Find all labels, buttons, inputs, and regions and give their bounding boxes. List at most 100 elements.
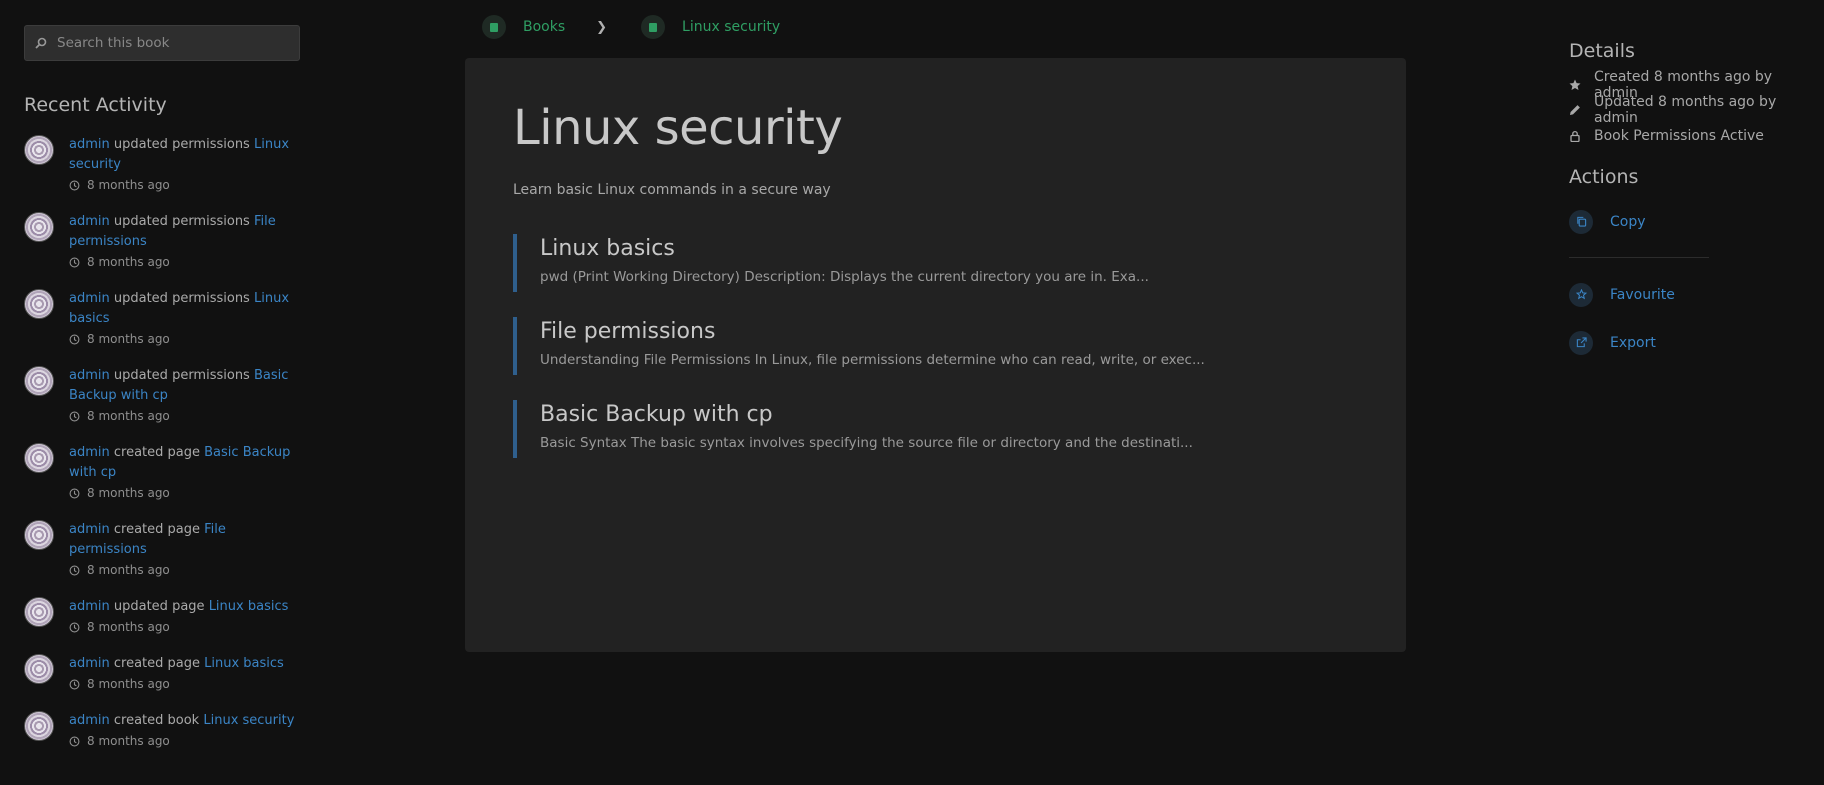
book-icon bbox=[641, 15, 666, 39]
page-entry-basic-backup[interactable]: Basic Backup with cp Basic Syntax The ba… bbox=[513, 400, 1353, 458]
activity-user-link[interactable]: admin bbox=[69, 656, 110, 671]
activity-item: admin updated permissions Linux security… bbox=[24, 135, 300, 195]
page-entry-title[interactable]: Basic Backup with cp bbox=[540, 400, 1353, 428]
lock-icon bbox=[1570, 130, 1580, 142]
book-description: Learn basic Linux commands in a secure w… bbox=[513, 182, 831, 198]
detail-updated-text: Updated 8 months ago by admin bbox=[1594, 94, 1777, 127]
activity-item: admin updated permissions File permissio… bbox=[24, 212, 300, 272]
star-icon bbox=[1569, 79, 1581, 90]
avatar bbox=[24, 711, 54, 741]
details-title: Details bbox=[1569, 40, 1635, 62]
copy-button[interactable]: Copy bbox=[1569, 209, 1809, 234]
clock-icon bbox=[69, 565, 80, 575]
page-entry-file-permissions[interactable]: File permissions Understanding File Perm… bbox=[513, 317, 1353, 375]
favourite-button[interactable]: Favourite bbox=[1569, 282, 1809, 307]
activity-action: created page bbox=[113, 522, 200, 537]
book-content-card: Linux security Learn basic Linux command… bbox=[465, 58, 1406, 652]
breadcrumb: Books ❯ Linux security bbox=[482, 15, 780, 39]
clock-icon bbox=[69, 180, 80, 190]
activity-action: updated permissions bbox=[113, 368, 250, 383]
page-list: Linux basics pwd (Print Working Director… bbox=[513, 234, 1353, 483]
activity-user-link[interactable]: admin bbox=[69, 368, 110, 383]
activity-action: created book bbox=[113, 713, 200, 728]
chevron-right-icon: ❯ bbox=[596, 19, 608, 35]
breadcrumb-books-label: Books bbox=[523, 19, 566, 35]
page-title: Linux security bbox=[513, 100, 843, 156]
activity-action: created page bbox=[113, 656, 200, 671]
page-entry-title[interactable]: Linux basics bbox=[540, 234, 1353, 262]
page-entry-linux-basics[interactable]: Linux basics pwd (Print Working Director… bbox=[513, 234, 1353, 292]
activity-action: created page bbox=[113, 445, 200, 460]
activity-entity-link[interactable]: Linux security bbox=[203, 713, 294, 728]
actions-title: Actions bbox=[1569, 165, 1639, 188]
detail-permissions-text: Book Permissions Active bbox=[1594, 127, 1764, 144]
actions-list: Copy Favourite Export bbox=[1569, 209, 1809, 355]
clock-icon bbox=[69, 257, 80, 267]
search-icon bbox=[35, 37, 47, 49]
activity-item: admin updated page Linux basics 8 months… bbox=[24, 597, 300, 637]
avatar bbox=[24, 135, 54, 165]
breadcrumb-book-label: Linux security bbox=[682, 19, 781, 35]
right-sidebar: Details Created 8 months ago by admin Up… bbox=[1569, 40, 1809, 355]
star-outline-icon bbox=[1569, 282, 1593, 307]
avatar bbox=[24, 654, 54, 684]
details-list: Created 8 months ago by admin Updated 8 … bbox=[1569, 69, 1809, 149]
avatar bbox=[24, 212, 54, 242]
activity-user-link[interactable]: admin bbox=[69, 522, 110, 537]
activity-action: updated permissions bbox=[113, 291, 250, 306]
clock-icon bbox=[69, 488, 80, 498]
copy-icon bbox=[1569, 209, 1593, 234]
page-entry-title[interactable]: File permissions bbox=[540, 317, 1353, 345]
activity-time: 8 months ago bbox=[87, 734, 170, 748]
export-button[interactable]: Export bbox=[1569, 330, 1809, 355]
avatar bbox=[24, 597, 54, 627]
activity-item: admin created page Basic Backup with cp … bbox=[24, 443, 300, 503]
activity-user-link[interactable]: admin bbox=[69, 445, 110, 460]
avatar bbox=[24, 366, 54, 396]
activity-time: 8 months ago bbox=[87, 332, 170, 346]
recent-activity-title: Recent Activity bbox=[24, 94, 167, 116]
avatar bbox=[24, 520, 54, 550]
activity-time: 8 months ago bbox=[87, 677, 170, 691]
breadcrumb-current-book[interactable]: Linux security bbox=[641, 15, 780, 39]
activity-user-link[interactable]: admin bbox=[69, 599, 110, 614]
activity-time: 8 months ago bbox=[87, 178, 170, 192]
activity-item: admin updated permissions Linux basics 8… bbox=[24, 289, 300, 349]
clock-icon bbox=[69, 334, 80, 344]
left-sidebar: Recent Activity admin updated permission… bbox=[24, 25, 300, 768]
breadcrumb-books[interactable]: Books bbox=[482, 15, 565, 39]
page-entry-excerpt: Understanding File Permissions In Linux,… bbox=[540, 352, 1205, 368]
page-entry-excerpt: Basic Syntax The basic syntax involves s… bbox=[540, 435, 1193, 451]
favourite-label: Favourite bbox=[1610, 286, 1675, 303]
activity-entity-link[interactable]: Linux basics bbox=[204, 656, 284, 671]
activity-list: admin updated permissions Linux security… bbox=[24, 135, 300, 751]
copy-label: Copy bbox=[1610, 213, 1646, 230]
detail-updated: Updated 8 months ago by admin bbox=[1569, 94, 1809, 126]
activity-item: admin updated permissions Basic Backup w… bbox=[24, 366, 300, 426]
avatar bbox=[24, 443, 54, 473]
activity-user-link[interactable]: admin bbox=[69, 137, 110, 152]
activity-time: 8 months ago bbox=[87, 255, 170, 269]
activity-user-link[interactable]: admin bbox=[69, 291, 110, 306]
export-icon bbox=[1569, 330, 1593, 355]
activity-item: admin created page File permissions 8 mo… bbox=[24, 520, 300, 580]
activity-user-link[interactable]: admin bbox=[69, 713, 110, 728]
avatar bbox=[24, 289, 54, 319]
activity-entity-link[interactable]: Linux basics bbox=[209, 599, 289, 614]
clock-icon bbox=[69, 679, 80, 689]
actions-divider bbox=[1569, 256, 1709, 258]
activity-time: 8 months ago bbox=[87, 409, 170, 423]
clock-icon bbox=[69, 622, 80, 632]
activity-time: 8 months ago bbox=[87, 563, 170, 577]
detail-permissions[interactable]: Book Permissions Active bbox=[1569, 123, 1809, 149]
search-box[interactable] bbox=[24, 25, 300, 61]
books-icon bbox=[482, 15, 506, 39]
search-input[interactable] bbox=[57, 35, 287, 51]
activity-user-link[interactable]: admin bbox=[69, 214, 110, 229]
activity-action: updated permissions bbox=[113, 137, 250, 152]
activity-time: 8 months ago bbox=[87, 620, 170, 634]
activity-action: updated permissions bbox=[113, 214, 250, 229]
page-entry-excerpt: pwd (Print Working Directory) Descriptio… bbox=[540, 269, 1149, 285]
clock-icon bbox=[69, 411, 80, 421]
activity-action: updated page bbox=[113, 599, 205, 614]
